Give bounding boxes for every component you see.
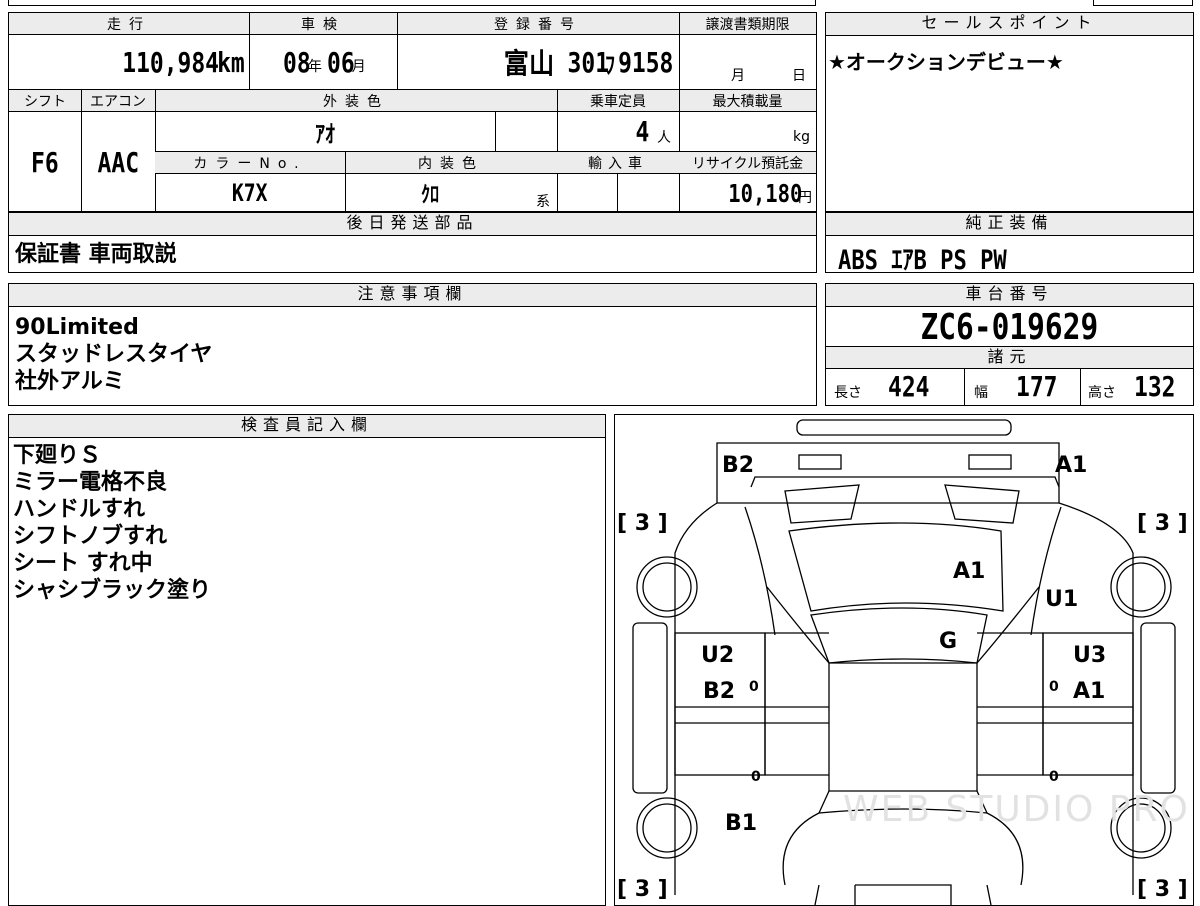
top-strip-right bbox=[1093, 0, 1193, 6]
inspector-line-3: ハンドルすれ bbox=[13, 497, 146, 522]
registration-header: 登録番号 bbox=[494, 17, 582, 33]
capacity-value: 4人 bbox=[635, 115, 671, 148]
notes-line-1: 90Limited bbox=[15, 315, 139, 340]
mark-right-fender: U1 bbox=[1045, 587, 1079, 612]
mark-right-front-door: A1 bbox=[1073, 679, 1106, 704]
inspection-header: 車検 bbox=[301, 17, 345, 33]
inspector-header: 検査員記入欄 bbox=[9, 415, 605, 438]
aircon-value: AAC bbox=[97, 145, 139, 179]
genuine-equipment-header: 純正装備 bbox=[826, 213, 1193, 236]
max-load-unit: kg bbox=[793, 129, 810, 145]
inspector-line-5: シート すれ中 bbox=[13, 551, 153, 576]
notes-section: 注意事項欄 90Limited スタッドレスタイヤ 社外アルミ bbox=[8, 283, 817, 406]
tire-front-left: [ 3 ] bbox=[617, 511, 668, 536]
later-parts-section: 後日発送部品 保証書 車両取説 bbox=[8, 212, 817, 273]
interior-color-header: 内装色 bbox=[418, 156, 484, 172]
zero-left-rear: 0 bbox=[751, 769, 761, 785]
mark-front-right-bumper: A1 bbox=[1055, 453, 1088, 478]
transfer-deadline-header: 譲渡書類期限 bbox=[705, 17, 790, 33]
tire-front-right: [ 3 ] bbox=[1137, 511, 1188, 536]
mileage-value: 110,984 km bbox=[122, 45, 245, 79]
later-parts-text: 保証書 車両取説 bbox=[15, 242, 177, 267]
width-value: 177 bbox=[1016, 370, 1058, 403]
width-label: 幅 bbox=[974, 385, 988, 401]
notes-line-2: スタッドレスタイヤ bbox=[15, 342, 213, 367]
mark-left-front-door-top: U2 bbox=[701, 643, 735, 668]
sales-point-section: セールスポイント ★オークションデビュー★ bbox=[825, 12, 1194, 212]
aircon-header: エアコン bbox=[90, 94, 146, 110]
length-value: 424 bbox=[888, 370, 930, 403]
genuine-equipment-section: 純正装備 ABS ｴｱB PS PW bbox=[825, 212, 1194, 276]
height-label: 高さ bbox=[1088, 385, 1116, 401]
tire-rear-left: [ 3 ] bbox=[617, 877, 668, 902]
notes-line-3: 社外アルミ bbox=[15, 369, 125, 394]
tire-rear-right: [ 3 ] bbox=[1137, 877, 1188, 902]
inspector-line-2: ミラー電格不良 bbox=[13, 470, 168, 495]
exterior-color-header: 外装色 bbox=[323, 94, 389, 110]
mark-right-front-door-top: U3 bbox=[1073, 643, 1107, 668]
mark-left-rear-quarter: B1 bbox=[725, 811, 758, 836]
chassis-section: 車台番号 ZC6-019629 諸元 長さ 424 幅 177 高さ 132 bbox=[825, 283, 1194, 406]
sales-point-header: セールスポイント bbox=[826, 13, 1193, 36]
height-value: 132 bbox=[1134, 370, 1176, 403]
length-label: 長さ bbox=[834, 385, 862, 401]
mark-windshield: G bbox=[939, 629, 958, 654]
mark-hood: A1 bbox=[953, 559, 986, 584]
genuine-equipment-text: ABS ｴｱB PS PW bbox=[838, 245, 1007, 276]
deadline-day: 日 bbox=[792, 68, 806, 84]
vehicle-info-block: 走行 車検 登録番号 譲渡書類期限 110,984 km 08 年 06 月 富山 30… bbox=[8, 12, 817, 212]
inspector-line-1: 下廻りＳ bbox=[13, 443, 102, 468]
shift-value: F6 bbox=[31, 145, 59, 179]
inspector-line-6: シャシブラック塗り bbox=[13, 578, 212, 603]
interior-color-value: ｸﾛ bbox=[420, 183, 440, 208]
recycle-fee-header: リサイクル預託金 bbox=[691, 156, 804, 172]
color-no-value: K7X bbox=[232, 179, 268, 207]
mark-front-left-bumper: B2 bbox=[722, 453, 755, 478]
watermark: WEB STUDIO PRO bbox=[843, 789, 1190, 830]
exterior-color-value: ｱｵ bbox=[315, 120, 335, 148]
recycle-fee-value: 10,180 円 bbox=[727, 178, 812, 208]
inspector-line-4: シフトノブすれ bbox=[13, 524, 168, 549]
color-no-header: カラーNo. bbox=[193, 156, 307, 172]
zero-right-front: 0 bbox=[1049, 679, 1059, 695]
sales-point-text: ★オークションデビュー★ bbox=[828, 50, 1064, 74]
shift-header: シフト bbox=[24, 94, 66, 110]
notes-header: 注意事項欄 bbox=[9, 284, 816, 307]
inspection-value: 08 年 06 月 bbox=[283, 45, 366, 79]
zero-left-front: 0 bbox=[749, 679, 759, 695]
top-strip bbox=[8, 0, 816, 6]
later-parts-header: 後日発送部品 bbox=[9, 213, 816, 236]
max-load-header: 最大積載量 bbox=[712, 94, 783, 110]
import-header: 輸入車 bbox=[588, 156, 648, 172]
car-diagram: [ 3 ] [ 3 ] [ 3 ] [ 3 ] B2 A1 A1 U1 G U2… bbox=[614, 414, 1194, 906]
capacity-header: 乗車定員 bbox=[590, 94, 646, 110]
specs-header: 諸元 bbox=[826, 347, 1193, 369]
mileage-header: 走行 bbox=[107, 17, 151, 33]
chassis-header: 車台番号 bbox=[826, 284, 1193, 307]
mark-left-front-door: B2 bbox=[703, 679, 736, 704]
chassis-number: ZC6-019629 bbox=[920, 306, 1099, 348]
zero-right-rear: 0 bbox=[1049, 769, 1059, 785]
registration-value: 富山 301 ﾌ 9158 bbox=[503, 45, 673, 81]
deadline-month: 月 bbox=[731, 68, 745, 84]
inspector-section: 検査員記入欄 下廻りＳ ミラー電格不良 ハンドルすれ シフトノブすれ シート す… bbox=[8, 414, 606, 906]
interior-color-suffix: 系 bbox=[536, 194, 550, 210]
